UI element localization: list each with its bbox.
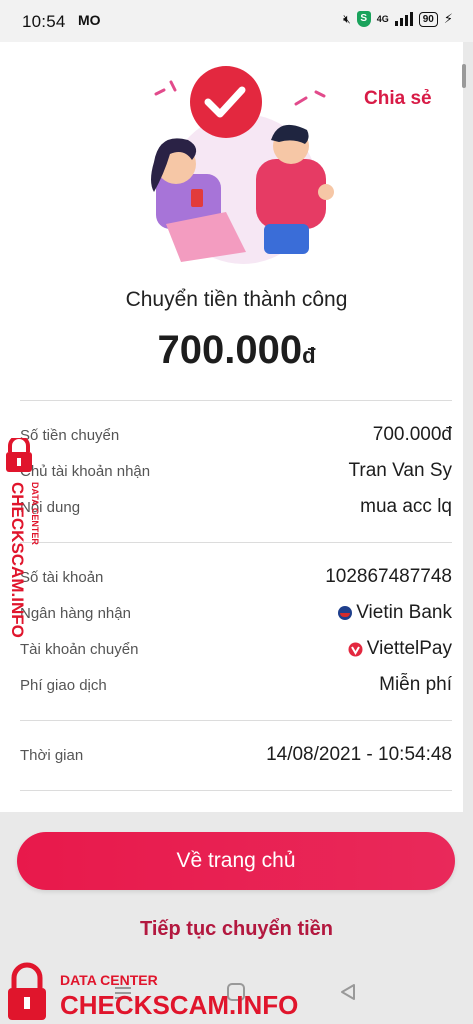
status-time: 10:54 — [22, 12, 66, 31]
success-illustration — [151, 66, 334, 264]
amount-value: 700.000 — [157, 328, 303, 372]
divider — [20, 400, 452, 401]
continue-transfer-link[interactable]: Tiếp tục chuyển tiền — [0, 918, 473, 941]
watermark-side: CHECKSCAM.INFO DATA CENTER — [6, 438, 40, 638]
boy-pants — [264, 224, 309, 254]
viettelpay-logo-icon — [348, 642, 363, 656]
scrollbar[interactable] — [462, 64, 466, 88]
charging-icon: ⚡︎ — [443, 11, 453, 26]
battery-icon: 90 — [418, 11, 438, 27]
detail-value-wrap: ViettelPay — [348, 638, 452, 660]
detail-value: Vietin Bank — [356, 602, 452, 623]
amount-currency: đ — [302, 343, 316, 368]
vietinbank-logo-icon — [338, 606, 353, 620]
boy-body — [256, 159, 326, 229]
network-type: 4G — [376, 14, 389, 24]
detail-row-account-number: Số tài khoản 102867487748 — [20, 564, 452, 592]
detail-label: Thời gian — [20, 747, 84, 764]
thumbs-up-icon — [318, 184, 334, 200]
detail-value: mua acc lq — [360, 496, 452, 517]
result-amount: 700.000đ — [0, 328, 473, 373]
watermark-lock-icon — [8, 962, 46, 1020]
divider — [20, 720, 452, 721]
result-title: Chuyển tiền thành công — [125, 288, 348, 311]
divider — [20, 542, 452, 543]
watermark-bottom-line1: DATA CENTER — [60, 972, 158, 988]
status-bar: 10:54 MO 🔇︎ S 4G 90 ⚡︎ — [0, 0, 473, 42]
detail-row-fee: Phí giao dịch Miễn phí — [20, 672, 452, 700]
detail-label: Phí giao dịch — [20, 677, 107, 694]
detail-row-time: Thời gian 14/08/2021 - 10:54:48 — [20, 742, 452, 770]
watermark-bottom: DATA CENTER CHECKSCAM.INFO — [8, 962, 298, 1020]
detail-value: Tran Van Sy — [348, 460, 453, 481]
back-nav-icon[interactable] — [338, 982, 358, 1002]
watermark-side-line2: CHECKSCAM.INFO — [8, 482, 27, 638]
detail-value: 700.000đ — [372, 424, 452, 445]
detail-row-bank: Ngân hàng nhận Vietin Bank — [20, 600, 452, 628]
detail-row-content: Nội dung mua acc lq — [20, 494, 452, 522]
signal-icon — [394, 12, 413, 26]
detail-value: ViettelPay — [366, 638, 452, 659]
detail-row-amount: Số tiền chuyển 700.000đ — [20, 422, 452, 450]
detail-value: 14/08/2021 - 10:54:48 — [266, 744, 452, 765]
home-button[interactable]: Về trang chủ — [17, 832, 455, 890]
status-carrier-badge: MO — [78, 12, 101, 28]
detail-value: Miễn phí — [379, 674, 452, 695]
watermark-lock-icon — [6, 438, 32, 472]
phone-icon — [191, 189, 203, 207]
detail-value-wrap: Vietin Bank — [338, 602, 452, 624]
check-circle-icon — [190, 66, 262, 138]
detail-value: 102867487748 — [325, 566, 452, 587]
shield-icon: S — [356, 11, 371, 27]
status-icons: 🔇︎ S 4G 90 ⚡︎ — [343, 11, 453, 27]
share-button[interactable]: Chia sẻ — [364, 88, 432, 110]
mute-icon: 🔇︎ — [343, 11, 351, 26]
detail-row-source-account: Tài khoản chuyển ViettelPay — [20, 636, 452, 664]
watermark-bottom-line2: CHECKSCAM.INFO — [60, 990, 298, 1020]
watermark-side-line1: DATA CENTER — [30, 482, 40, 545]
divider — [20, 790, 452, 791]
detail-row-recipient: Chủ tài khoản nhận Tran Van Sy — [20, 458, 452, 486]
